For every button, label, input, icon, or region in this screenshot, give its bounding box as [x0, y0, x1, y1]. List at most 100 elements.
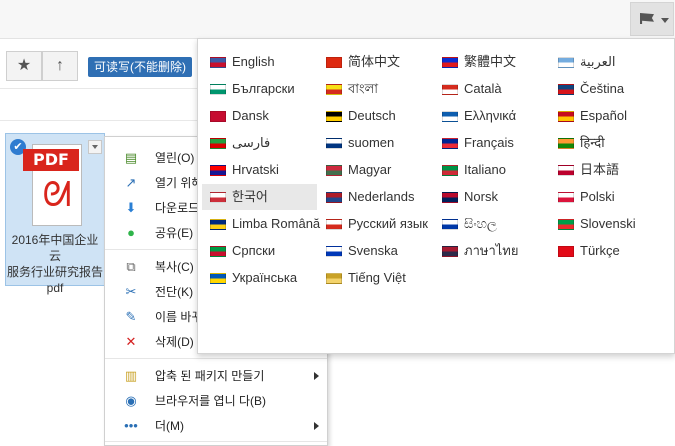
file-name: 2016年中国企业云 服务行业研究报告 pdf [6, 233, 103, 295]
flag-fi-icon [326, 138, 342, 149]
language-label: Türkçe [580, 243, 620, 258]
language-label: 简体中文 [348, 54, 401, 69]
flag-sl-icon [558, 219, 574, 230]
context-menu-label: 삭제(D) [155, 335, 194, 349]
rename-icon: ✎ [125, 309, 137, 324]
star-icon: ★ [16, 57, 32, 74]
language-option[interactable]: Ελληνικά [434, 103, 549, 129]
flag-kr-icon [210, 192, 226, 203]
language-option[interactable]: Русский язык [318, 211, 433, 237]
top-bar [0, 0, 675, 39]
language-label: Hrvatski [232, 162, 279, 177]
context-menu-label: 전단(K) [155, 285, 194, 299]
cut-icon: ✂ [125, 284, 137, 299]
language-option[interactable]: English [202, 49, 317, 75]
language-option[interactable]: বাংলা [318, 76, 433, 102]
flag-pl-icon [558, 192, 574, 203]
context-menu-item[interactable]: ▥ 압축 된 패키지 만들기 [105, 364, 327, 388]
language-option[interactable]: Nederlands [318, 184, 433, 210]
language-label: 繁體中文 [464, 54, 517, 69]
language-option[interactable]: Norsk [434, 184, 549, 210]
flag-us-icon [210, 57, 226, 68]
language-option[interactable]: 日本語 [550, 157, 665, 183]
language-label: Magyar [348, 162, 392, 177]
language-option[interactable]: فارسی [202, 130, 317, 156]
language-label: हिन्दी [580, 135, 605, 150]
language-label: Español [580, 108, 627, 123]
language-label: suomen [348, 135, 395, 150]
flag-fr-icon [442, 138, 458, 149]
language-label: Norsk [464, 189, 498, 204]
language-label: Български [232, 81, 295, 96]
flag-ca-icon [442, 84, 458, 95]
language-option[interactable]: Italiano [434, 157, 549, 183]
language-option[interactable]: 简体中文 [318, 49, 433, 75]
language-label: 한국어 [232, 189, 268, 204]
flag-ir-icon [210, 138, 226, 149]
flag-es-icon [558, 111, 574, 122]
pdf-label: PDF [23, 149, 79, 171]
language-option[interactable]: Català [434, 76, 549, 102]
language-option[interactable]: Español [550, 103, 665, 129]
download-icon: ⬇ [125, 200, 137, 215]
language-option[interactable]: Magyar [318, 157, 433, 183]
language-option[interactable]: Polski [550, 184, 665, 210]
language-option[interactable]: Limba Română [202, 211, 321, 237]
language-label: Deutsch [348, 108, 396, 123]
copy-icon: ⧉ [126, 259, 136, 274]
context-menu-label: 더(M) [155, 419, 185, 433]
language-option[interactable]: Tiếng Việt [318, 265, 433, 291]
language-option[interactable]: suomen [318, 130, 433, 156]
language-option[interactable]: Hrvatski [202, 157, 317, 183]
flag-cn-icon [326, 57, 342, 68]
flag-ru-icon [326, 219, 342, 230]
language-label: 日本語 [580, 162, 620, 177]
language-option[interactable]: Українська [202, 265, 317, 291]
language-option[interactable]: Slovenski [550, 211, 665, 237]
language-label: বাংলা [348, 81, 379, 96]
favorite-button[interactable]: ★ [6, 51, 42, 81]
file-item[interactable]: ✔ PDF ᘛ 2016年中国企业云 服务行业研究报告 pdf [5, 133, 105, 295]
language-option[interactable]: Български [202, 76, 317, 102]
language-option[interactable]: Deutsch [318, 103, 433, 129]
flag-tw-icon [442, 57, 458, 68]
language-option[interactable]: हिन्दी [550, 130, 665, 156]
language-option[interactable]: ภาษาไทย [434, 238, 549, 264]
language-option[interactable]: Dansk [202, 103, 317, 129]
go-up-button[interactable]: ↑ [42, 51, 78, 81]
flag-dk-icon [210, 111, 226, 122]
open-with-icon: ↗ [125, 175, 137, 190]
language-option[interactable]: Français [434, 130, 549, 156]
language-label: Italiano [464, 162, 506, 177]
language-button[interactable] [630, 2, 674, 36]
language-menu: English 简体中文 繁體中文 العربية Български বাংলা Cata… [197, 38, 675, 354]
language-label: Dansk [232, 108, 269, 123]
file-menu-toggle[interactable] [88, 140, 102, 154]
language-option[interactable]: Čeština [550, 76, 665, 102]
context-menu-label: 공유(E) [155, 226, 194, 240]
flag-vi-icon [326, 273, 342, 284]
language-option[interactable]: සිංහල [434, 211, 549, 237]
flag-hu-icon [326, 165, 342, 176]
flag-it-icon [442, 165, 458, 176]
language-option[interactable]: Српски [202, 238, 317, 264]
context-menu-item[interactable]: ••• 더(M) [105, 414, 327, 438]
flag-si-icon [442, 219, 458, 230]
open-icon: ▤ [124, 150, 138, 165]
language-option[interactable]: 繁體中文 [434, 49, 549, 75]
menu-separator [105, 358, 327, 359]
language-option[interactable]: Svenska [318, 238, 433, 264]
context-menu-label: 브라우저를 엽니 다(B) [155, 394, 266, 408]
context-menu-item[interactable]: ◉ 브라우저를 엽니 다(B) [105, 389, 327, 413]
flag-cz-icon [558, 84, 574, 95]
flag-sv-icon [326, 246, 342, 257]
flag-no-icon [442, 192, 458, 203]
language-option[interactable]: Türkçe [550, 238, 665, 264]
permission-badge: 可读写(不能删除) [88, 57, 192, 77]
language-label: Українська [232, 270, 298, 285]
language-option[interactable]: 한국어 [202, 184, 317, 210]
language-option[interactable]: العربية [550, 49, 665, 75]
language-label: Limba Română [232, 216, 321, 231]
context-menu-label: 복사(C) [155, 260, 194, 274]
flag-ar-icon [558, 57, 574, 68]
